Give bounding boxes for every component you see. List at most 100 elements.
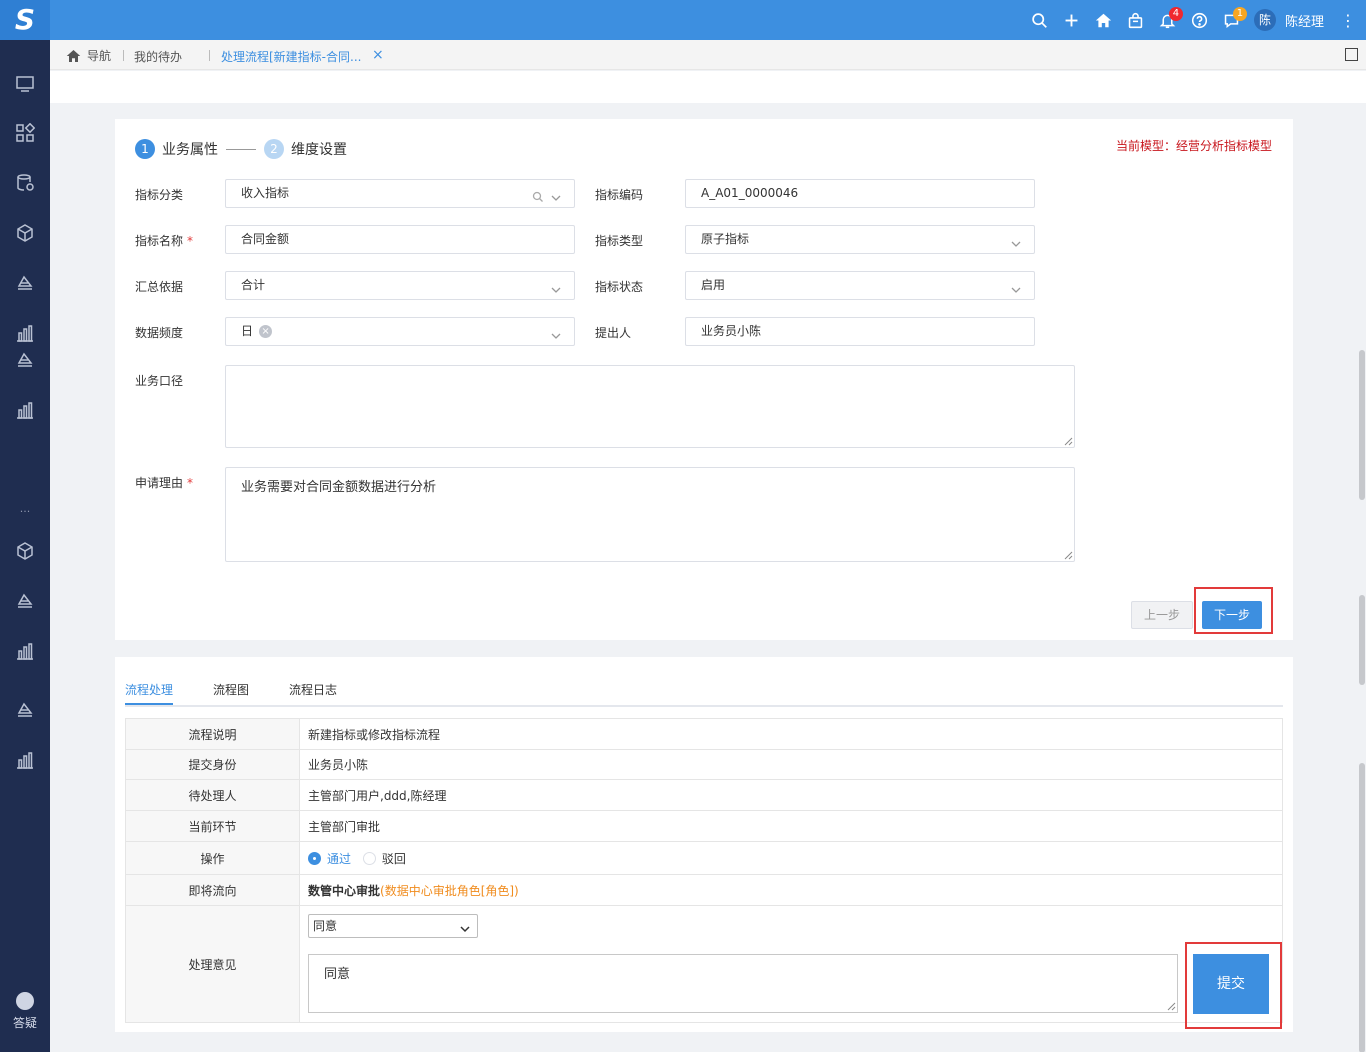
prev-step-button[interactable]: 上一步 <box>1131 601 1193 629</box>
opinion-select[interactable]: 同意 <box>308 914 478 938</box>
resize-handle-icon[interactable] <box>1064 551 1073 560</box>
tab-home[interactable]: 导航 <box>66 47 111 64</box>
type-select[interactable]: 原子指标 <box>685 225 1035 254</box>
chat-icon[interactable]: 1 <box>1216 0 1248 40</box>
step-dimension-settings[interactable]: 维度设置 <box>291 139 347 159</box>
layers-chart-icon[interactable] <box>13 698 37 722</box>
next-role: (数据中心审批角色[角色]) <box>380 883 519 898</box>
name-field[interactable]: 合同金额 <box>225 225 575 254</box>
reason-textarea[interactable]: 业务需要对合同金额数据进行分析 <box>225 467 1075 562</box>
row-label: 当前环节 <box>125 810 300 842</box>
help-qa[interactable]: 答疑 <box>0 992 50 1031</box>
step-number: 2 <box>264 139 284 159</box>
help-icon[interactable] <box>1184 0 1216 40</box>
row-label: 处理意见 <box>125 905 300 1023</box>
aggregate-select[interactable]: 合计 <box>225 271 575 300</box>
bar-chart-icon[interactable] <box>13 639 37 663</box>
home-icon <box>66 49 81 62</box>
reject-radio[interactable] <box>362 851 376 865</box>
tab-divider <box>209 50 210 61</box>
name-label: 指标名称 * <box>135 232 193 249</box>
approve-label[interactable]: 通过 <box>327 852 351 866</box>
category-value: 收入指标 <box>241 186 290 200</box>
shop-bag-icon[interactable] <box>1120 0 1152 40</box>
category-label: 指标分类 <box>135 188 184 202</box>
home-icon[interactable] <box>1088 0 1120 40</box>
bar-chart-icon[interactable] <box>13 748 37 772</box>
row-value: 业务员小陈 <box>299 749 1283 780</box>
caliber-textarea[interactable] <box>225 365 1075 448</box>
tab-flow-log[interactable]: 流程日志 <box>289 681 337 698</box>
layers-chart-icon[interactable] <box>13 589 37 613</box>
sidebar-separator: ... <box>19 502 31 515</box>
type-value: 原子指标 <box>701 232 750 246</box>
notification-badge: 4 <box>1168 7 1183 21</box>
monitor-icon[interactable] <box>13 72 37 96</box>
step-number: 1 <box>135 139 155 159</box>
next-node: 数管中心审批 <box>308 883 381 898</box>
user-name[interactable]: 陈经理 <box>1285 11 1324 30</box>
row-value: 主管部门审批 <box>299 810 1283 842</box>
aggregate-value: 合计 <box>241 278 266 292</box>
frequency-select[interactable]: 日 × <box>225 317 575 346</box>
table-row: 即将流向 数管中心审批(数据中心审批角色[角色]) <box>125 874 1283 906</box>
search-icon[interactable] <box>532 186 544 202</box>
chevron-down-icon <box>550 325 562 339</box>
maximize-icon[interactable] <box>1345 48 1358 61</box>
resize-handle-icon[interactable] <box>1064 437 1073 446</box>
next-flow: 数管中心审批(数据中心审批角色[角色]) <box>299 874 1283 906</box>
app-logo[interactable]: S <box>0 0 50 40</box>
status-select[interactable]: 启用 <box>685 271 1035 300</box>
bell-icon[interactable]: 4 <box>1152 0 1184 40</box>
opinion-select-value: 同意 <box>313 919 338 933</box>
reject-label[interactable]: 驳回 <box>382 852 406 866</box>
add-icon[interactable] <box>1056 0 1088 40</box>
bar-chart-icon[interactable] <box>13 321 37 345</box>
grid-apps-icon[interactable] <box>13 121 37 145</box>
avatar[interactable]: 陈 <box>1253 9 1276 31</box>
scrollbar-thumb[interactable] <box>1359 595 1365 685</box>
top-bar: S 4 1 陈 陈经理 ⋮ <box>0 0 1366 40</box>
scrollbar-thumb[interactable] <box>1359 763 1365 1052</box>
category-select[interactable]: 收入指标 <box>225 179 575 208</box>
search-icon[interactable] <box>1024 0 1056 40</box>
process-tabs: 流程处理 流程图 流程日志 <box>125 677 1283 707</box>
tab-todo[interactable]: 我的待办 <box>134 48 182 65</box>
proposer-field[interactable]: 业务员小陈 <box>685 317 1035 346</box>
clear-tag-icon[interactable]: × <box>259 325 273 338</box>
status-label: 指标状态 <box>595 280 644 294</box>
tab-process-handle[interactable]: 流程处理 <box>125 681 173 698</box>
row-label: 即将流向 <box>125 874 300 906</box>
layers-chart-icon[interactable] <box>13 348 37 372</box>
required-mark: * <box>187 476 194 490</box>
layers-chart-icon[interactable] <box>13 271 37 295</box>
cube-icon[interactable] <box>13 539 37 563</box>
tab-process-flow[interactable]: 处理流程[新建指标-合同... <box>221 48 361 65</box>
approve-radio[interactable] <box>308 851 321 865</box>
step-business-attributes[interactable]: 业务属性 <box>162 139 218 159</box>
scrollbar-thumb[interactable] <box>1359 350 1365 500</box>
tab-home-label: 导航 <box>87 49 112 63</box>
scrollbar[interactable] <box>1358 103 1366 1052</box>
name-label-text: 指标名称 <box>135 234 184 248</box>
active-tab-indicator <box>125 703 173 705</box>
name-value: 合同金额 <box>241 232 290 246</box>
top-toolbar: 4 1 陈 陈经理 ⋮ <box>1024 0 1366 40</box>
reason-label: 申请理由 * <box>135 474 193 491</box>
code-label: 指标编码 <box>595 188 644 202</box>
step-connector <box>226 148 256 150</box>
opinion-textarea[interactable]: 同意 <box>308 954 1178 1013</box>
tab-bar: 导航 我的待办 处理流程[新建指标-合同... × <box>50 40 1366 70</box>
table-row: 流程说明 新建指标或修改指标流程 <box>125 718 1283 750</box>
resize-handle-icon[interactable] <box>1167 1002 1176 1011</box>
more-vertical-icon[interactable]: ⋮ <box>1336 11 1360 30</box>
chevron-down-icon <box>459 920 471 933</box>
close-icon[interactable]: × <box>372 47 384 63</box>
current-model: 当前模型：经营分析指标模型 <box>1115 139 1272 153</box>
cube-icon[interactable] <box>13 221 37 245</box>
database-settings-icon[interactable] <box>13 171 37 195</box>
bar-chart-icon[interactable] <box>13 398 37 422</box>
code-field[interactable]: A_A01_0000046 <box>685 179 1035 208</box>
tab-flow-chart[interactable]: 流程图 <box>213 681 249 698</box>
row-label: 待处理人 <box>125 779 300 811</box>
